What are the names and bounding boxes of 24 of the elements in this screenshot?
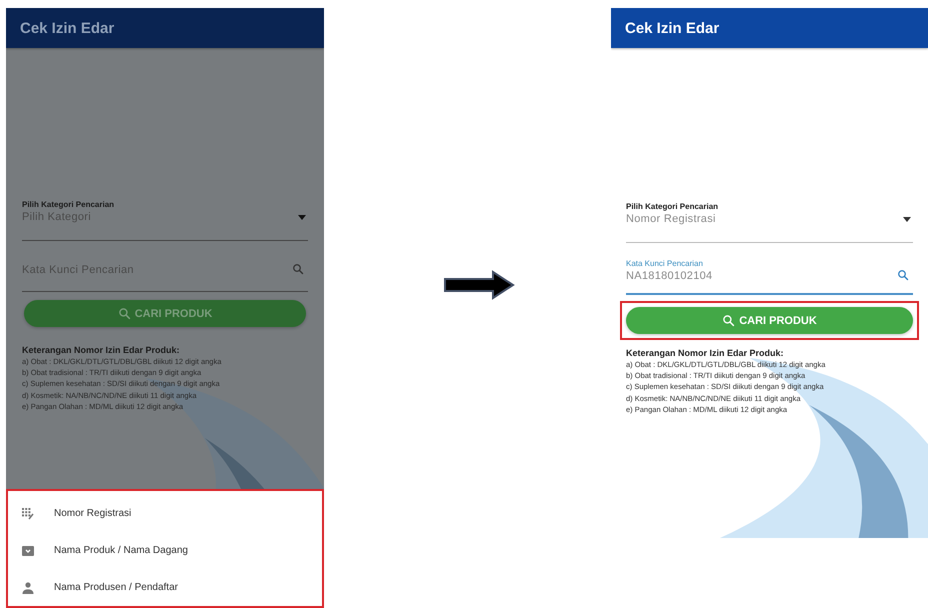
dropdown-caret-icon xyxy=(903,217,911,222)
dropdown-caret-icon xyxy=(298,215,306,220)
field-label: Kata Kunci Pencarian xyxy=(626,258,704,269)
menu-item[interactable]: Nama Produsen / Pendaftar xyxy=(54,582,178,593)
search-product-button[interactable]: CARI PRODUK xyxy=(24,300,306,327)
dialpad-pencil-icon xyxy=(22,508,34,520)
person-icon xyxy=(22,582,34,594)
app-title: Cek Izin Edar xyxy=(6,8,324,48)
notes-title: Keterangan Nomor Izin Edar Produk: xyxy=(626,348,785,359)
search-icon xyxy=(897,269,909,281)
search-icon xyxy=(118,307,131,320)
keyword-input[interactable]: NA18180102104 xyxy=(626,269,897,283)
search-icon xyxy=(292,263,304,275)
notes-title: Keterangan Nomor Izin Edar Produk: xyxy=(22,345,181,356)
app-title: Cek Izin Edar xyxy=(611,8,928,48)
menu-item[interactable]: Nomor Registrasi xyxy=(54,508,132,519)
field-label: Pilih Kategori Pencarian xyxy=(22,199,116,210)
search-icon xyxy=(722,314,736,327)
right-arrow-icon xyxy=(443,270,515,300)
category-dropdown[interactable]: Nomor Registrasi xyxy=(626,212,903,226)
menu-item[interactable]: Nama Produk / Nama Dagang xyxy=(54,545,188,556)
search-product-button[interactable]: CARI PRODUK xyxy=(626,307,913,334)
box-icon xyxy=(22,544,34,556)
field-label: Pilih Kategori Pencarian xyxy=(626,201,720,212)
